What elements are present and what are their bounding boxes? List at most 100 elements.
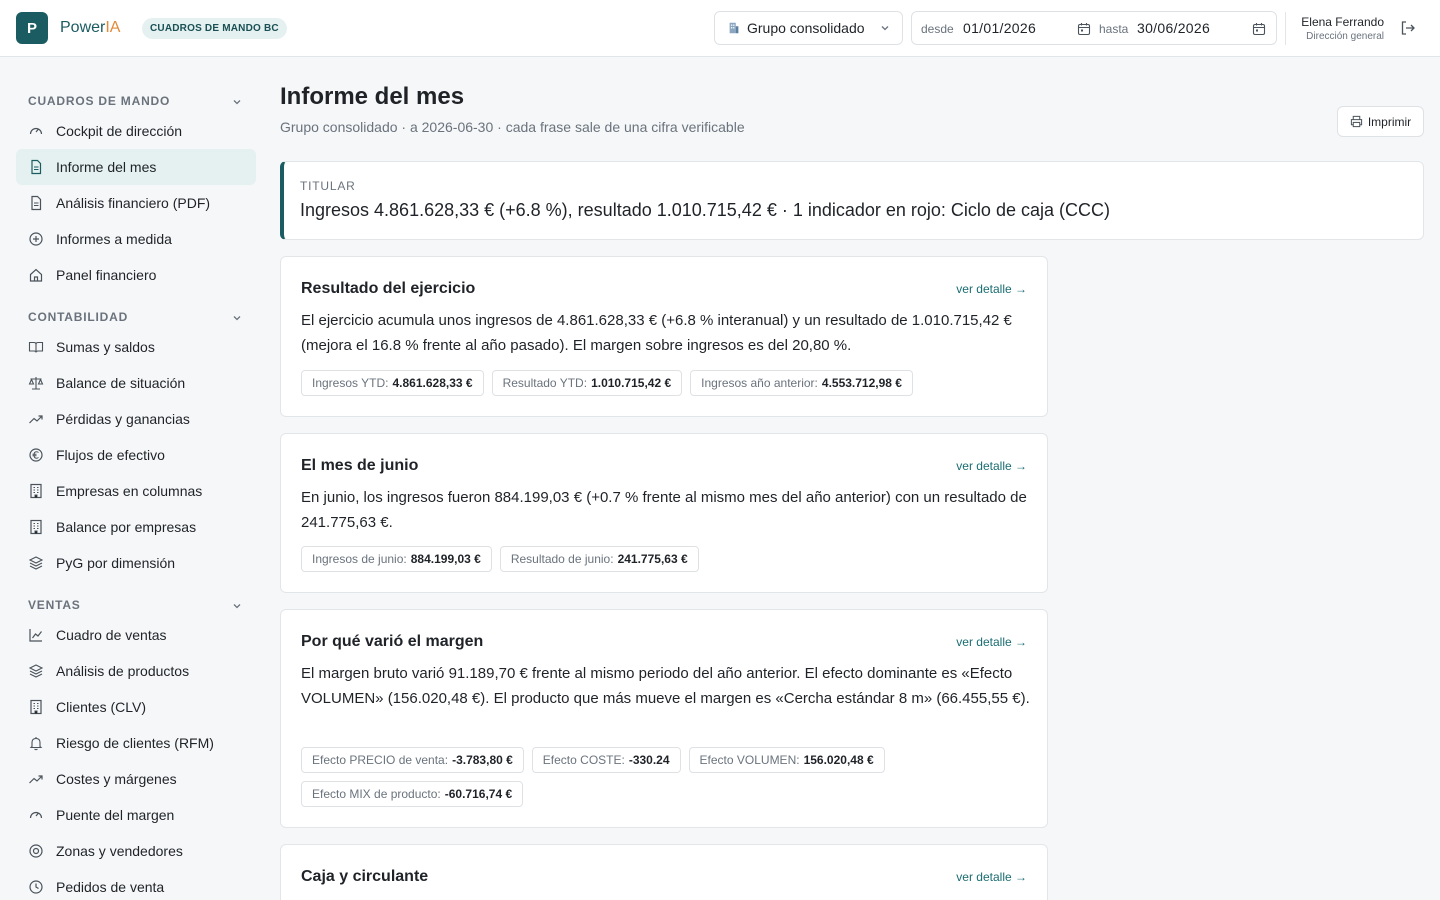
date-to-input[interactable]: 30/06/2026 [1137,20,1210,36]
card-mes-junio: El mes de junio ver detalle → En junio, … [280,433,1048,593]
sidebar-item-analisis-financiero[interactable]: Análisis financiero (PDF) [16,185,256,221]
sidebar-item-label: Balance por empresas [56,519,197,535]
sidebar-item-analisis-productos[interactable]: Análisis de productos [16,653,256,689]
sidebar-item-riesgo-clientes[interactable]: Riesgo de clientes (RFM) [16,725,256,761]
sidebar-item-label: Costes y márgenes [56,771,177,787]
sidebar-item-empresas-columnas[interactable]: Empresas en columnas [16,473,256,509]
line-chart-icon [29,629,42,642]
clock-icon [29,880,43,894]
layers-icon [28,664,44,678]
sidebar-section-contabilidad[interactable]: CONTABILIDAD [28,310,128,324]
book-icon [28,341,44,353]
sidebar-item-label: Informe del mes [56,159,157,175]
sidebar-item-pyg-dimension[interactable]: PyG por dimensión [16,545,256,581]
date-from-input[interactable]: 01/01/2026 [963,20,1036,36]
sidebar-item-label: Riesgo de clientes (RFM) [56,735,214,751]
sidebar-item-puente-margen[interactable]: Puente del margen [16,797,256,833]
trend-icon [29,775,43,784]
metric-chip: Ingresos YTD: 4.861.628,33 € [301,370,484,396]
chevron-down-icon [881,26,889,31]
sidebar-item-label: Pedidos de venta [56,879,165,895]
layers-icon [28,556,44,570]
sidebar-item-pedidos-venta[interactable]: Pedidos de venta [16,869,256,900]
date-from-label: desde [921,22,954,36]
brand-name: PowerIA [60,19,121,36]
euro-icon [29,448,43,462]
sidebar-item-informe-mes[interactable]: Informe del mes [16,149,256,185]
sidebar-item-label: Balance de situación [56,375,186,391]
building-icon [30,519,42,535]
sidebar-item-label: Puente del margen [56,807,175,823]
calendar-icon[interactable] [1252,22,1266,36]
sidebar-item-label: Clientes (CLV) [56,699,146,715]
document-icon [31,159,42,175]
date-to-label: hasta [1099,22,1129,36]
card-variacion-margen: Por qué varió el margen ver detalle → El… [280,609,1048,828]
card-title: El mes de junio [301,457,419,474]
building-icon [30,699,42,715]
sidebar-item-panel-financiero[interactable]: Panel financiero [16,257,256,293]
divider [1285,12,1286,45]
card-chips: Ingresos YTD: 4.861.628,33 € Resultado YT… [301,370,1031,396]
headline-text: Ingresos 4.861.628,33 € (+6.8 %), result… [300,200,1110,220]
logout-icon[interactable] [1399,19,1417,37]
card-title: Por qué varió el margen [301,633,484,650]
sidebar-item-label: Flujos de efectivo [56,447,165,463]
sidebar-item-label: Zonas y vendedores [56,843,183,859]
calendar-icon[interactable] [1077,22,1091,36]
metric-chip: Resultado YTD: 1.010.715,42 € [491,370,683,396]
print-button-label: Imprimir [1367,114,1412,129]
card-chips: Ingresos de junio: 884.199,03 € Resultado… [301,546,1031,572]
sidebar-item-zonas-vendedores[interactable]: Zonas y vendedores [16,833,256,869]
sidebar-item-perdidas-ganancias[interactable]: Pérdidas y ganancias [16,401,256,437]
sidebar-item-label: Empresas en columnas [56,483,203,499]
headline-label: TITULAR [300,179,356,193]
view-detail-link[interactable]: ver detalle → [956,870,1027,884]
sidebar: CUADROS DE MANDO Cockpit de dirección In… [0,57,264,900]
sidebar-item-label: Panel financiero [56,267,157,283]
trend-icon [29,415,43,424]
metric-chip: Efecto COSTE: -330.24 [531,747,681,773]
card-title: Caja y circulante [301,868,429,885]
card-resultado-ejercicio: Resultado del ejercicio ver detalle → El… [280,256,1048,417]
sidebar-item-label: Análisis financiero (PDF) [56,195,211,211]
card-chips: Efecto PRECIO de venta: -3.783,80 € Efect… [301,747,1031,807]
sidebar-item-costes-margenes[interactable]: Costes y márgenes [16,761,256,797]
sidebar-item-flujos-efectivo[interactable]: Flujos de efectivo [16,437,256,473]
view-detail-link[interactable]: ver detalle → [956,635,1027,649]
metric-chip: Efecto MIX de producto: -60.716,74 € [301,781,524,807]
sidebar-item-informes-medida[interactable]: Informes a medida [16,221,256,257]
sidebar-item-cuadro-ventas[interactable]: Cuadro de ventas [16,617,256,653]
metric-chip: Resultado de junio: 241.775,63 € [499,546,699,572]
app-logo[interactable]: P [16,12,48,44]
sidebar-item-balance-empresas[interactable]: Balance por empresas [16,509,256,545]
print-button[interactable]: Imprimir [1337,106,1424,137]
sidebar-item-label: Análisis de productos [56,663,190,679]
sidebar-item-label: Cuadro de ventas [56,627,167,643]
document-icon [31,195,42,211]
sidebar-section-cuadros[interactable]: CUADROS DE MANDO [28,94,170,108]
user-role: Dirección general [1306,31,1384,42]
sidebar-item-clientes-clv[interactable]: Clientes (CLV) [16,689,256,725]
target-icon [29,844,43,858]
page-subtitle: Grupo consolidado · a 2026-06-30 · cada … [280,119,745,135]
user-name: Elena Ferrando [1301,15,1384,29]
chevron-down-icon[interactable] [232,313,242,323]
section-badge: CUADROS DE MANDO BC [142,18,287,39]
sidebar-item-label: Sumas y saldos [56,339,155,355]
company-selector-value: Grupo consolidado [747,20,865,36]
sidebar-section-ventas[interactable]: VENTAS [28,598,81,612]
sidebar-item-balance-situacion[interactable]: Balance de situación [16,365,256,401]
sidebar-item-sumas-saldos[interactable]: Sumas y saldos [16,329,256,365]
company-selector[interactable]: Grupo consolidado [714,11,903,45]
metric-chip: Efecto VOLUMEN: 156.020,48 € [688,747,885,773]
chevron-down-icon[interactable] [232,601,242,611]
sidebar-item-cockpit[interactable]: Cockpit de dirección [16,113,256,149]
scale-icon [28,377,44,390]
card-body: El ejercicio acumula unos ingresos de 4.… [301,312,1012,354]
view-detail-link[interactable]: ver detalle → [956,459,1027,473]
plus-circle-icon [29,232,43,246]
view-detail-link[interactable]: ver detalle → [956,282,1027,296]
chevron-down-icon[interactable] [232,97,242,107]
date-range-picker[interactable]: desde 01/01/2026 hasta 30/06/2026 [911,11,1277,45]
